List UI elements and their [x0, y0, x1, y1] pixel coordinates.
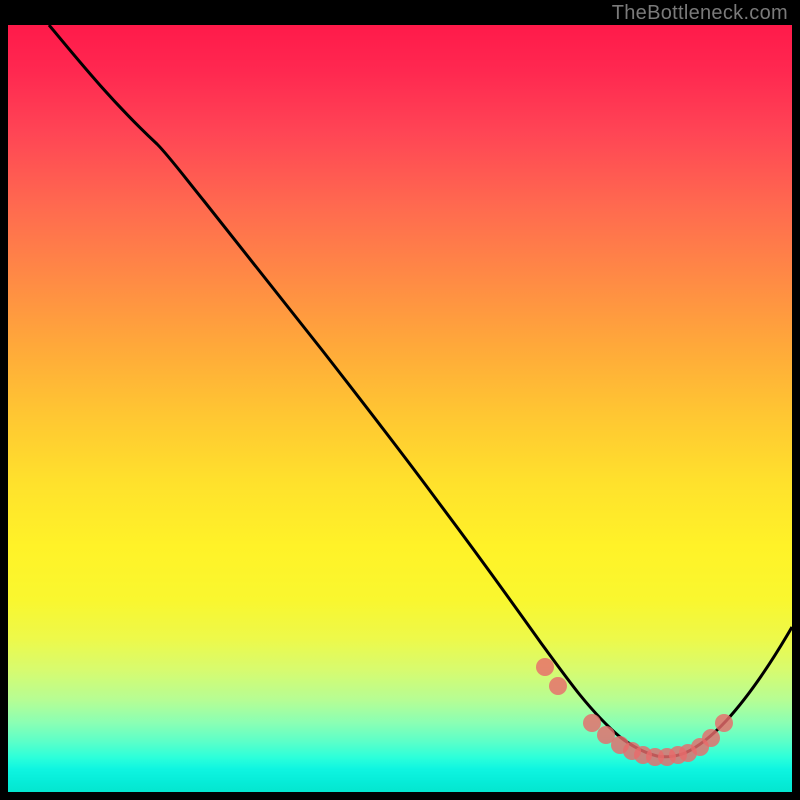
marker-dot — [715, 714, 733, 732]
chart-frame — [8, 25, 792, 792]
marker-dot — [536, 658, 554, 676]
marker-dot — [549, 677, 567, 695]
bottleneck-curve — [49, 25, 792, 757]
attribution-text: TheBottleneck.com — [612, 2, 788, 25]
marker-dot — [702, 729, 720, 747]
plot-area — [8, 25, 792, 792]
curve-layer — [8, 25, 792, 792]
marker-dot — [583, 714, 601, 732]
